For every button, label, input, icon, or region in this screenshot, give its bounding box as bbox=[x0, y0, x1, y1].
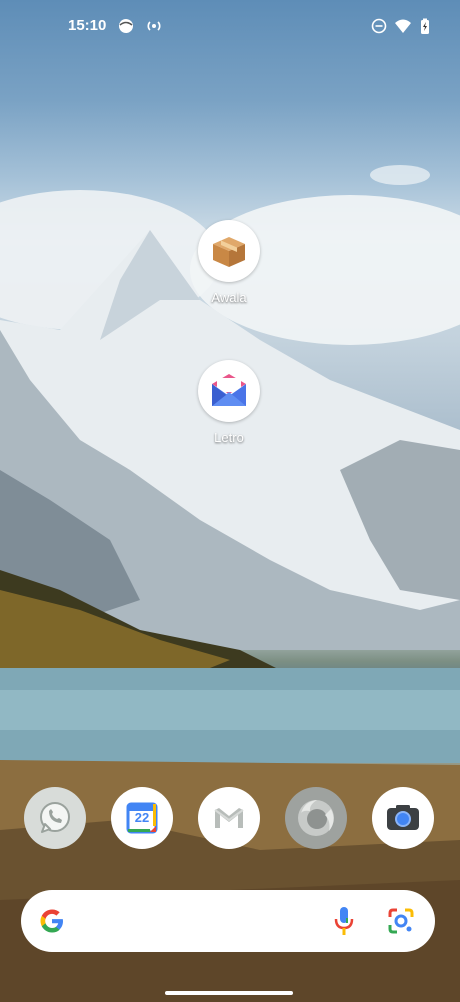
google-g-icon bbox=[40, 909, 63, 933]
envelope-icon bbox=[212, 374, 246, 406]
microphone-icon[interactable] bbox=[333, 905, 355, 937]
battery-icon bbox=[421, 18, 429, 34]
face-icon bbox=[119, 19, 133, 33]
gesture-nav-handle[interactable] bbox=[165, 991, 293, 995]
gmail-icon[interactable] bbox=[198, 787, 260, 849]
wallpaper bbox=[0, 165, 460, 1002]
camera-icon[interactable] bbox=[372, 787, 434, 849]
status-time: 15:10 bbox=[68, 17, 107, 34]
firefox-icon[interactable] bbox=[285, 787, 347, 849]
wifi-icon bbox=[395, 19, 411, 33]
calendar-icon[interactable]: 22 bbox=[111, 787, 173, 849]
app-awala[interactable]: Awala bbox=[179, 220, 279, 305]
app-icon-bubble bbox=[198, 360, 260, 422]
hotspot-icon bbox=[147, 21, 161, 31]
app-label: Awala bbox=[211, 290, 247, 305]
app-letro[interactable]: Letro bbox=[179, 360, 279, 445]
status-bar: 15:10 bbox=[0, 0, 460, 52]
app-label: Letro bbox=[214, 430, 244, 445]
package-icon bbox=[213, 237, 245, 267]
home-screen: 15:10 Awala Letro 22 bbox=[0, 0, 460, 1002]
whatsapp-icon[interactable] bbox=[24, 787, 86, 849]
google-search-bar[interactable] bbox=[21, 890, 435, 952]
calendar-day: 22 bbox=[134, 810, 150, 825]
lens-icon[interactable] bbox=[387, 907, 415, 935]
app-icon-bubble bbox=[198, 220, 260, 282]
do-not-disturb-icon bbox=[371, 18, 387, 34]
